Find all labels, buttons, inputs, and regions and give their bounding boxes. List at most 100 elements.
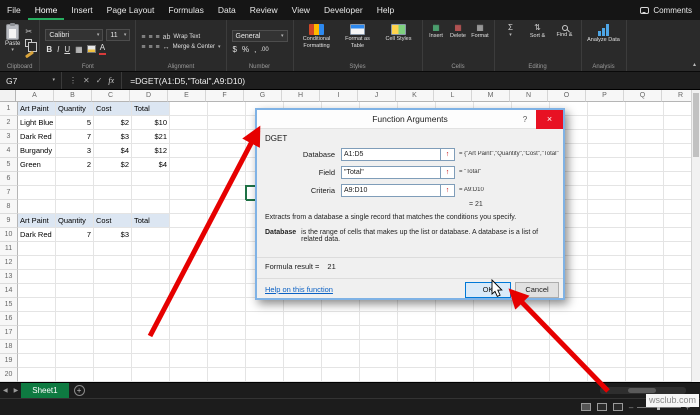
cell-A2[interactable]: Light Blue: [18, 116, 56, 130]
col-header-Q[interactable]: Q: [624, 90, 662, 102]
cell-Q18[interactable]: [626, 340, 664, 354]
borders-button-icon[interactable]: ▦: [74, 45, 84, 54]
row-header-18[interactable]: 18: [0, 340, 18, 354]
cell-K17[interactable]: [398, 326, 436, 340]
cell-B17[interactable]: [56, 326, 94, 340]
cell-A18[interactable]: [18, 340, 56, 354]
paste-button[interactable]: Paste ▾: [5, 23, 20, 60]
row-header-12[interactable]: 12: [0, 256, 18, 270]
cell-P12[interactable]: [588, 256, 626, 270]
cell-H18[interactable]: [284, 340, 322, 354]
cell-E18[interactable]: [170, 340, 208, 354]
conditional-formatting-button[interactable]: Conditional Formatting: [299, 24, 335, 60]
cell-L16[interactable]: [436, 312, 474, 326]
cell-C1[interactable]: Cost: [94, 102, 132, 116]
cell-D10[interactable]: [132, 228, 170, 242]
cell-B4[interactable]: 3: [56, 144, 94, 158]
prev-sheet-icon[interactable]: ◀: [0, 387, 11, 394]
cell-F4[interactable]: [208, 144, 246, 158]
cell-I16[interactable]: [322, 312, 360, 326]
cell-E20[interactable]: [170, 368, 208, 382]
cell-B14[interactable]: [56, 284, 94, 298]
format-cells-button[interactable]: ▦ Format: [471, 24, 488, 60]
col-header-H[interactable]: H: [282, 90, 320, 102]
cell-F1[interactable]: [208, 102, 246, 116]
cell-E6[interactable]: [170, 172, 208, 186]
cell-B6[interactable]: [56, 172, 94, 186]
font-size-dropdown-icon[interactable]: ▾: [124, 32, 127, 38]
collapse-ribbon-icon[interactable]: ▴: [693, 61, 696, 68]
italic-button[interactable]: I: [56, 45, 60, 54]
cell-N20[interactable]: [512, 368, 550, 382]
cell-D13[interactable]: [132, 270, 170, 284]
cell-P10[interactable]: [588, 228, 626, 242]
font-color-icon[interactable]: A: [98, 43, 107, 55]
cell-H19[interactable]: [284, 354, 322, 368]
row-header-20[interactable]: 20: [0, 368, 18, 382]
cell-C15[interactable]: [94, 298, 132, 312]
sort-filter-button[interactable]: ⇅ Sort &: [527, 24, 549, 60]
tab-page-layout[interactable]: Page Layout: [100, 0, 162, 20]
cell-C4[interactable]: $4: [94, 144, 132, 158]
cell-B20[interactable]: [56, 368, 94, 382]
wrap-text-label[interactable]: Wrap Text: [173, 34, 200, 40]
cell-Q11[interactable]: [626, 242, 664, 256]
cell-E9[interactable]: [170, 214, 208, 228]
cell-K15[interactable]: [398, 298, 436, 312]
ok-button[interactable]: OK: [465, 282, 511, 298]
col-header-C[interactable]: C: [92, 90, 130, 102]
cell-F14[interactable]: [208, 284, 246, 298]
cell-A3[interactable]: Dark Red: [18, 130, 56, 144]
row-header-11[interactable]: 11: [0, 242, 18, 256]
insert-function-icon[interactable]: fx: [108, 76, 114, 85]
cell-P11[interactable]: [588, 242, 626, 256]
cell-A5[interactable]: Green: [18, 158, 56, 172]
cell-A19[interactable]: [18, 354, 56, 368]
cell-F20[interactable]: [208, 368, 246, 382]
cell-D14[interactable]: [132, 284, 170, 298]
find-select-button[interactable]: Find &: [554, 24, 576, 60]
cell-Q6[interactable]: [626, 172, 664, 186]
cell-I15[interactable]: [322, 298, 360, 312]
cell-J18[interactable]: [360, 340, 398, 354]
cell-C7[interactable]: [94, 186, 132, 200]
help-link[interactable]: Help on this function: [265, 285, 333, 294]
cell-Q16[interactable]: [626, 312, 664, 326]
cell-B12[interactable]: [56, 256, 94, 270]
cell-A9[interactable]: Art Paint: [18, 214, 56, 228]
cell-P5[interactable]: [588, 158, 626, 172]
align-middle-icon[interactable]: ≡: [148, 34, 152, 41]
cell-Q3[interactable]: [626, 130, 664, 144]
cell-A12[interactable]: [18, 256, 56, 270]
row-header-10[interactable]: 10: [0, 228, 18, 242]
cell-L20[interactable]: [436, 368, 474, 382]
cut-icon[interactable]: ✂: [25, 28, 34, 36]
cell-D17[interactable]: [132, 326, 170, 340]
cell-K18[interactable]: [398, 340, 436, 354]
cell-A8[interactable]: [18, 200, 56, 214]
cell-K20[interactable]: [398, 368, 436, 382]
col-header-L[interactable]: L: [434, 90, 472, 102]
tab-file[interactable]: File: [0, 0, 28, 20]
new-sheet-button[interactable]: +: [73, 385, 85, 396]
cell-E11[interactable]: [170, 242, 208, 256]
cell-G16[interactable]: [246, 312, 284, 326]
cell-L15[interactable]: [436, 298, 474, 312]
cell-B15[interactable]: [56, 298, 94, 312]
range-selector-database-icon[interactable]: ↑: [441, 147, 455, 161]
cell-B10[interactable]: 7: [56, 228, 94, 242]
cell-D5[interactable]: $4: [132, 158, 170, 172]
cell-N18[interactable]: [512, 340, 550, 354]
cell-C13[interactable]: [94, 270, 132, 284]
row-header-14[interactable]: 14: [0, 284, 18, 298]
row-header-7[interactable]: 7: [0, 186, 18, 200]
font-name-dropdown-icon[interactable]: ▾: [97, 32, 100, 38]
cell-D12[interactable]: [132, 256, 170, 270]
cancel-entry-icon[interactable]: ✕: [83, 76, 90, 85]
cell-E16[interactable]: [170, 312, 208, 326]
row-header-8[interactable]: 8: [0, 200, 18, 214]
zoom-out-icon[interactable]: –: [629, 403, 633, 412]
cell-D7[interactable]: [132, 186, 170, 200]
cell-F10[interactable]: [208, 228, 246, 242]
cell-C11[interactable]: [94, 242, 132, 256]
